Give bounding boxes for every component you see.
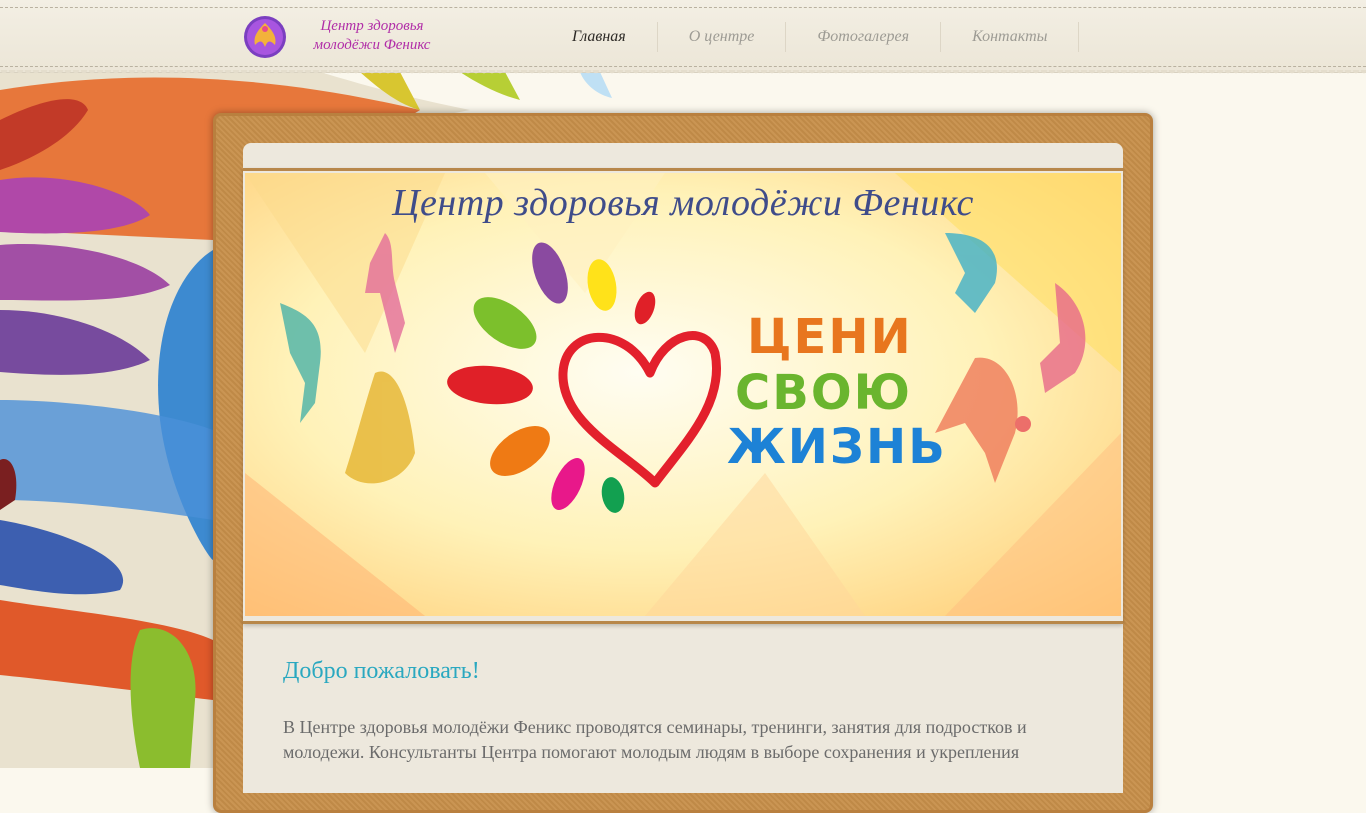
banner-artwork	[245, 173, 1121, 616]
welcome-heading: Добро пожаловать!	[283, 658, 480, 684]
phoenix-logo-icon	[244, 16, 286, 58]
header-stitch-top	[0, 7, 1366, 8]
intro-paragraph: В Центре здоровья молодёжи Феникс провод…	[283, 717, 1027, 762]
nav-item-gallery[interactable]: Фотогалерея	[786, 22, 942, 52]
header-stitch-bottom	[0, 66, 1366, 67]
site-logo-link[interactable]: Центр здоровья молодёжи Феникс	[243, 14, 453, 60]
site-header: Центр здоровья молодёжи Феникс Главная О…	[0, 0, 1366, 76]
nav-item-about[interactable]: О центре	[658, 22, 787, 52]
nav-item-contacts[interactable]: Контакты	[941, 22, 1080, 52]
banner-frame: Центр здоровья молодёжи Феникс ЦЕНИ СВОЮ…	[243, 168, 1123, 624]
header-scallop-edge	[0, 70, 1366, 76]
slogan-line-1: ЦЕНИ	[747, 309, 913, 365]
nav-item-home[interactable]: Главная	[541, 22, 658, 52]
main-nav: Главная О центре Фотогалерея Контакты	[541, 22, 1080, 52]
content-frame: Центр здоровья молодёжи Феникс ЦЕНИ СВОЮ…	[213, 113, 1153, 813]
hero-banner: Центр здоровья молодёжи Феникс ЦЕНИ СВОЮ…	[245, 173, 1121, 616]
slogan-line-3: ЖИЗНЬ	[727, 419, 947, 475]
slogan-line-2: СВОЮ	[735, 365, 912, 421]
banner-title: Центр здоровья молодёжи Феникс	[392, 182, 974, 224]
content-panel: Центр здоровья молодёжи Феникс ЦЕНИ СВОЮ…	[243, 143, 1123, 793]
logo-text: Центр здоровья молодёжи Феникс	[313, 18, 431, 53]
